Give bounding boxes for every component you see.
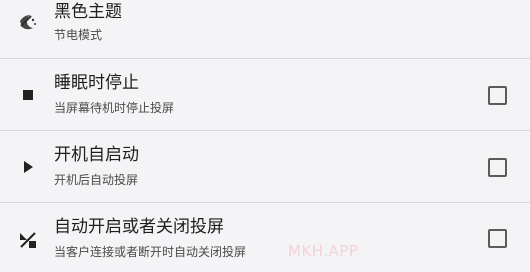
setting-title: 黑色主题 [54, 2, 122, 22]
setting-subtitle: 当屏幕待机时停止投屏 [54, 101, 175, 115]
settings-list: 黑色主题 节电模式 睡眠时停止 当屏幕待机时停止投屏 开机自启动 开机后自动投屏 [0, 0, 530, 272]
play-icon [18, 157, 38, 177]
setting-title: 开机自启动 [54, 145, 139, 165]
setting-title: 睡眠时停止 [54, 73, 139, 93]
setting-title: 自动开启或者关闭投屏 [54, 217, 224, 237]
watermark: MKH.APP [288, 242, 359, 260]
setting-row-auto-toggle-cast[interactable]: 自动开启或者关闭投屏 当客户连接或者断开时自动关闭投屏 [0, 203, 530, 272]
setting-row-stop-on-sleep[interactable]: 睡眠时停止 当屏幕待机时停止投屏 [0, 59, 530, 130]
setting-row-start-on-boot[interactable]: 开机自启动 开机后自动投屏 [0, 131, 530, 202]
setting-subtitle: 开机后自动投屏 [54, 173, 139, 187]
start-on-boot-checkbox[interactable] [488, 158, 507, 177]
stop-icon [18, 85, 38, 105]
auto-toggle-cast-checkbox[interactable] [488, 229, 507, 248]
theme-night-icon [18, 12, 38, 32]
setting-subtitle: 节电模式 [54, 28, 103, 42]
toggle-cast-icon [18, 230, 38, 250]
setting-subtitle: 当客户连接或者断开时自动关闭投屏 [54, 245, 247, 259]
setting-row-dark-theme[interactable]: 黑色主题 节电模式 [0, 0, 530, 58]
stop-on-sleep-checkbox[interactable] [488, 86, 507, 105]
